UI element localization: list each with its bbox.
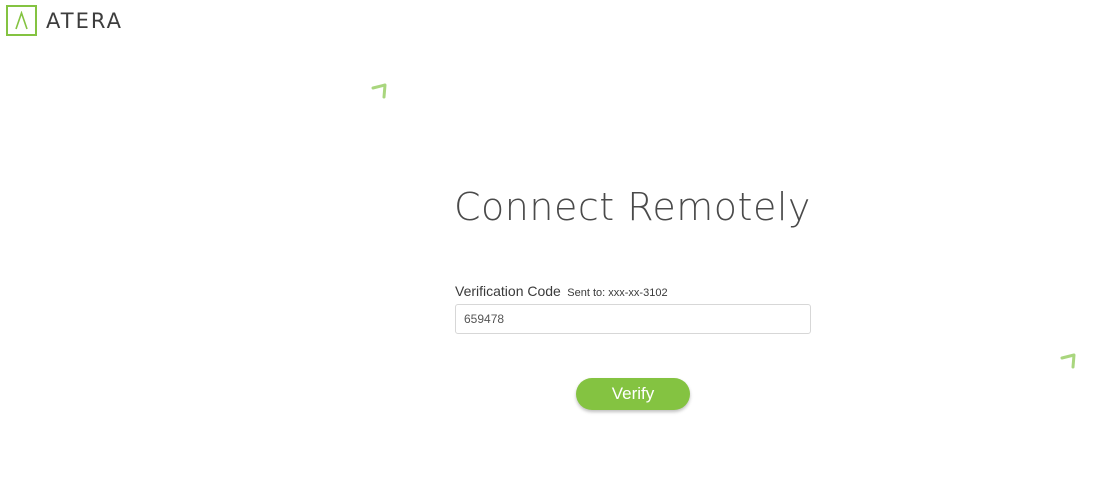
decorative-chevron-icon <box>1060 353 1076 369</box>
verify-button[interactable]: Verify <box>576 378 690 410</box>
page-title: Connect Remotely <box>454 185 811 229</box>
atera-logo-icon <box>6 5 37 36</box>
brand-name: ATERA <box>46 8 123 33</box>
verification-code-label: Verification Code <box>455 283 561 299</box>
verification-code-label-row: Verification Code Sent to: xxx-xx-3102 <box>455 283 668 301</box>
sent-to-text: Sent to: xxx-xx-3102 <box>567 287 668 299</box>
decorative-chevron-icon <box>371 83 387 99</box>
page: ATERA Connect Remotely Verification Code… <box>0 0 1110 485</box>
atera-logo: ATERA <box>6 5 123 36</box>
verification-code-input[interactable] <box>455 304 811 334</box>
